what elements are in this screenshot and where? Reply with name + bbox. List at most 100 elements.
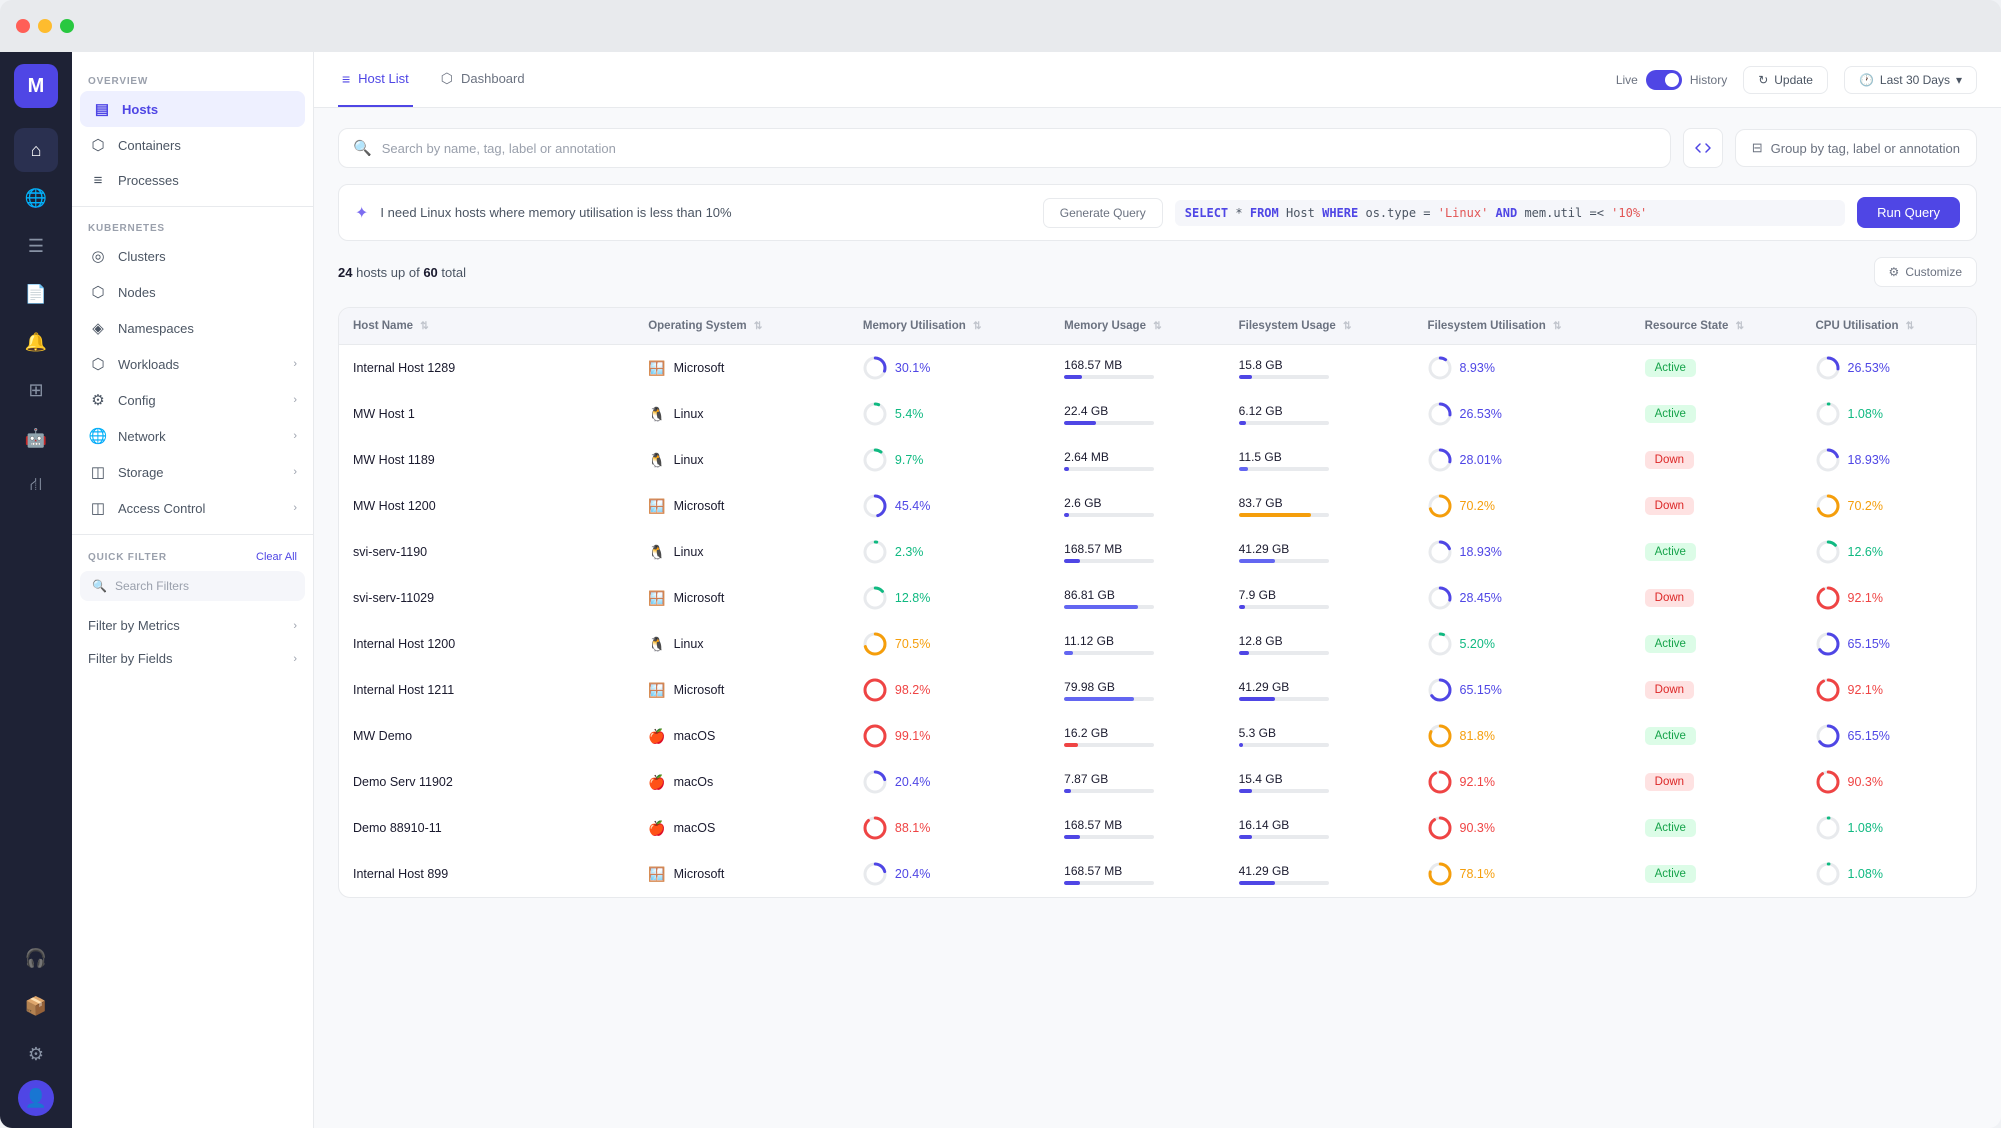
sidebar-item-config[interactable]: ⚙ Config › bbox=[72, 382, 313, 418]
close-button[interactable] bbox=[16, 19, 30, 33]
table-row: Demo 88910-11 🍎 macOS 88.1% 168.57 MB 16… bbox=[339, 805, 1976, 851]
col-os[interactable]: Operating System ⇅ bbox=[634, 308, 849, 345]
customize-button[interactable]: ⚙ Customize bbox=[1874, 257, 1977, 287]
minimize-button[interactable] bbox=[38, 19, 52, 33]
sidebar-item-network[interactable]: 🌐 Network › bbox=[72, 418, 313, 454]
search-input-wrap[interactable]: 🔍 Search by name, tag, label or annotati… bbox=[338, 128, 1671, 168]
storage-icon: ◫ bbox=[88, 463, 108, 481]
cell-hostname-9: Demo Serv 11902 bbox=[339, 759, 634, 805]
sidebar-item-hosts[interactable]: ▤ Hosts bbox=[80, 91, 305, 127]
sidebar-item-workloads[interactable]: ⬡ Workloads › bbox=[72, 346, 313, 382]
search-icon: 🔍 bbox=[353, 139, 372, 157]
cell-state-11: Active bbox=[1631, 851, 1802, 897]
sidebar-item-clusters[interactable]: ◎ Clusters bbox=[72, 238, 313, 274]
cell-cpu-util-10: 1.08% bbox=[1802, 805, 1977, 851]
nav-list-icon[interactable]: ☰ bbox=[14, 224, 58, 268]
nav-settings-icon[interactable]: ⚙ bbox=[14, 1032, 58, 1076]
host-count-label-suffix: total bbox=[441, 265, 466, 280]
cell-mem-util-8: 99.1% bbox=[849, 713, 1050, 759]
nav-home-icon[interactable]: ⌂ bbox=[14, 128, 58, 172]
tab-dashboard[interactable]: ⬡ Dashboard bbox=[437, 52, 529, 107]
sidebar-item-namespaces[interactable]: ◈ Namespaces bbox=[72, 310, 313, 346]
sidebar-item-storage[interactable]: ◫ Storage › bbox=[72, 454, 313, 490]
cell-fs-util-11: 78.1% bbox=[1414, 851, 1631, 897]
sidebar-item-processes[interactable]: ≡ Processes bbox=[72, 163, 313, 198]
col-mem-util[interactable]: Memory Utilisation ⇅ bbox=[849, 308, 1050, 345]
sidebar-item-containers[interactable]: ⬡ Containers bbox=[72, 127, 313, 163]
cell-mem-usage-0: 168.57 MB bbox=[1050, 345, 1224, 391]
nav-grid-icon[interactable]: ⊞ bbox=[14, 368, 58, 412]
cell-hostname-5: svi-serv-11029 bbox=[339, 575, 634, 621]
access-control-label: Access Control bbox=[118, 501, 283, 516]
cell-cpu-util-5: 92.1% bbox=[1802, 575, 1977, 621]
code-button[interactable] bbox=[1683, 128, 1723, 168]
table-row: Internal Host 899 🪟 Microsoft 20.4% 168.… bbox=[339, 851, 1976, 897]
cell-mem-usage-9: 7.87 GB bbox=[1050, 759, 1224, 805]
filter-fields-label: Filter by Fields bbox=[88, 651, 283, 666]
nodes-icon: ⬡ bbox=[88, 283, 108, 301]
group-by-button[interactable]: ⊟ Group by tag, label or annotation bbox=[1735, 129, 1977, 167]
last30-button[interactable]: 🕐 Last 30 Days ▾ bbox=[1844, 66, 1977, 94]
col-hostname[interactable]: Host Name ⇅ bbox=[339, 308, 634, 345]
sidebar-item-access-control[interactable]: ◫ Access Control › bbox=[72, 490, 313, 526]
nav-robot-icon[interactable]: 🤖 bbox=[14, 416, 58, 460]
cell-state-4: Active bbox=[1631, 529, 1802, 575]
host-count-total: 60 bbox=[423, 265, 437, 280]
table-row: svi-serv-11029 🪟 Microsoft 12.8% 86.81 G… bbox=[339, 575, 1976, 621]
clear-all-button[interactable]: Clear All bbox=[256, 551, 297, 563]
customize-icon: ⚙ bbox=[1889, 265, 1900, 279]
cell-os-11: 🪟 Microsoft bbox=[634, 851, 849, 897]
nav-package-icon[interactable]: 📦 bbox=[14, 984, 58, 1028]
cell-fs-util-7: 65.15% bbox=[1414, 667, 1631, 713]
maximize-button[interactable] bbox=[60, 19, 74, 33]
cell-fs-util-10: 90.3% bbox=[1414, 805, 1631, 851]
cell-mem-usage-2: 2.64 MB bbox=[1050, 437, 1224, 483]
search-bar-row: 🔍 Search by name, tag, label or annotati… bbox=[338, 128, 1977, 168]
tab-host-list[interactable]: ≡ Host List bbox=[338, 52, 413, 107]
live-toggle: Live History bbox=[1616, 70, 1727, 90]
mem-usage-sort-icon: ⇅ bbox=[1153, 321, 1161, 332]
nodes-label: Nodes bbox=[118, 285, 297, 300]
containers-label: Containers bbox=[118, 138, 297, 153]
cell-mem-usage-10: 168.57 MB bbox=[1050, 805, 1224, 851]
cell-fs-usage-10: 16.14 GB bbox=[1225, 805, 1414, 851]
cell-hostname-6: Internal Host 1200 bbox=[339, 621, 634, 667]
hosts-table: Host Name ⇅ Operating System ⇅ Memory Ut… bbox=[338, 307, 1977, 898]
nav-support-icon[interactable]: 🎧 bbox=[14, 936, 58, 980]
update-button[interactable]: ↻ Update bbox=[1743, 66, 1828, 94]
live-toggle-switch[interactable] bbox=[1646, 70, 1682, 90]
nav-avatar-icon[interactable]: 👤 bbox=[18, 1080, 54, 1116]
cell-state-2: Down bbox=[1631, 437, 1802, 483]
cell-os-10: 🍎 macOS bbox=[634, 805, 849, 851]
nav-file-icon[interactable]: 📄 bbox=[14, 272, 58, 316]
icon-bar: M ⌂ 🌐 ☰ 📄 🔔 ⊞ 🤖 ⛙ 🎧 📦 ⚙ 👤 bbox=[0, 52, 72, 1128]
sql-keyword-from: FROM bbox=[1250, 206, 1279, 220]
filter-metrics-chevron: › bbox=[293, 620, 297, 632]
access-control-chevron: › bbox=[293, 502, 297, 514]
generate-query-button[interactable]: Generate Query bbox=[1043, 198, 1163, 228]
cell-mem-usage-11: 168.57 MB bbox=[1050, 851, 1224, 897]
quick-filter-label: QUICK FILTER bbox=[88, 552, 167, 563]
cell-fs-usage-5: 7.9 GB bbox=[1225, 575, 1414, 621]
sidebar-item-filter-fields[interactable]: Filter by Fields › bbox=[72, 642, 313, 675]
col-mem-usage[interactable]: Memory Usage ⇅ bbox=[1050, 308, 1224, 345]
live-label: Live bbox=[1616, 73, 1638, 87]
col-cpu-util[interactable]: CPU Utilisation ⇅ bbox=[1802, 308, 1977, 345]
search-filter-placeholder: Search Filters bbox=[115, 579, 189, 593]
nav-topology-icon[interactable]: ⛙ bbox=[14, 464, 58, 508]
sidebar-divider-2 bbox=[72, 534, 313, 535]
search-filter-input[interactable]: 🔍 Search Filters bbox=[80, 571, 305, 601]
cell-os-1: 🐧 Linux bbox=[634, 391, 849, 437]
nav-network-icon[interactable]: 🌐 bbox=[14, 176, 58, 220]
sidebar-item-nodes[interactable]: ⬡ Nodes bbox=[72, 274, 313, 310]
cell-fs-util-0: 8.93% bbox=[1414, 345, 1631, 391]
col-fs-util[interactable]: Filesystem Utilisation ⇅ bbox=[1414, 308, 1631, 345]
col-fs-usage[interactable]: Filesystem Usage ⇅ bbox=[1225, 308, 1414, 345]
cell-hostname-3: MW Host 1200 bbox=[339, 483, 634, 529]
nav-alert-icon[interactable]: 🔔 bbox=[14, 320, 58, 364]
sidebar-item-filter-metrics[interactable]: Filter by Metrics › bbox=[72, 609, 313, 642]
run-query-button[interactable]: Run Query bbox=[1857, 197, 1960, 228]
table-row: Internal Host 1289 🪟 Microsoft 30.1% 168… bbox=[339, 345, 1976, 391]
sql-keyword-select: SELECT bbox=[1185, 206, 1228, 220]
col-state[interactable]: Resource State ⇅ bbox=[1631, 308, 1802, 345]
